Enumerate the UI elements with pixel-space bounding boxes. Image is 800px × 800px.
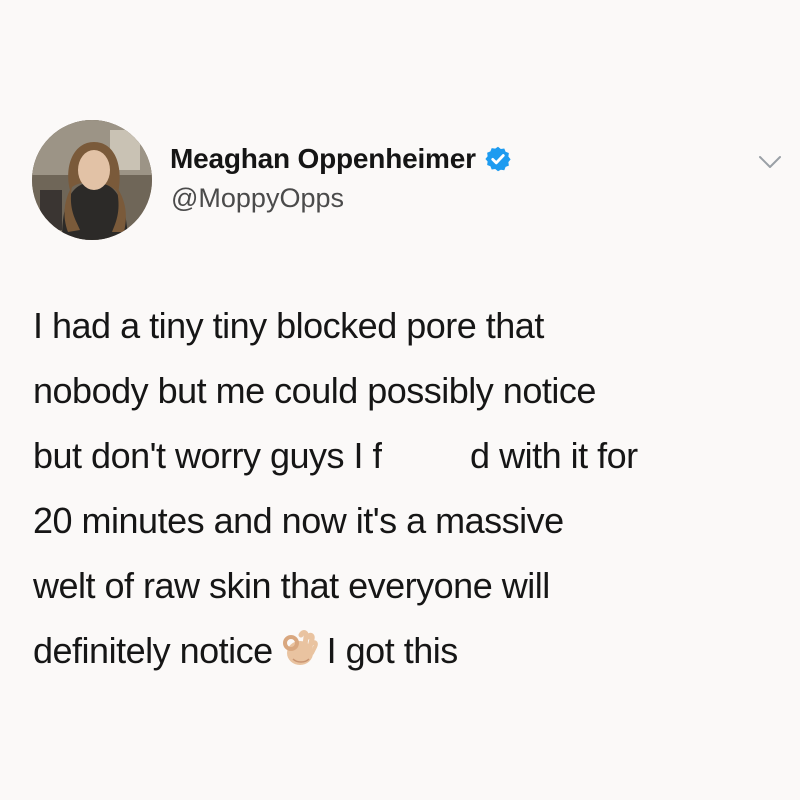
tweet-line-segment: definitely notice [33,630,273,671]
tweet-line: 20 minutes and now it's a massive [33,500,564,541]
avatar[interactable] [32,120,152,240]
author-handle[interactable]: @MoppyOpps [171,183,344,214]
tweet-line-segment: d with it for [470,435,638,476]
tweet-line-segment: but don't worry guys I f [33,435,383,476]
tweet-line: nobody but me could possibly notice [33,370,596,411]
author-display-name[interactable]: Meaghan Oppenheimer [170,143,476,175]
tweet-line: definitely notice I got this [33,618,793,683]
author-name-row: Meaghan Oppenheimer [170,143,512,175]
tweet-line: but don't worry guys I f d with it for [33,423,793,488]
verified-badge-icon [484,145,512,173]
tweet-card: Meaghan Oppenheimer @MoppyOpps I had a t… [0,0,800,800]
censored-word [382,440,471,477]
tweet-line: welt of raw skin that everyone will [33,565,550,606]
chevron-down-icon[interactable] [757,152,783,174]
ok-hand-emoji-icon [279,629,319,669]
tweet-text: I had a tiny tiny blocked pore that nobo… [33,293,793,683]
avatar-photo [32,120,152,240]
tweet-line-segment: I got this [326,630,459,671]
tweet-line: I had a tiny tiny blocked pore that [33,305,544,346]
